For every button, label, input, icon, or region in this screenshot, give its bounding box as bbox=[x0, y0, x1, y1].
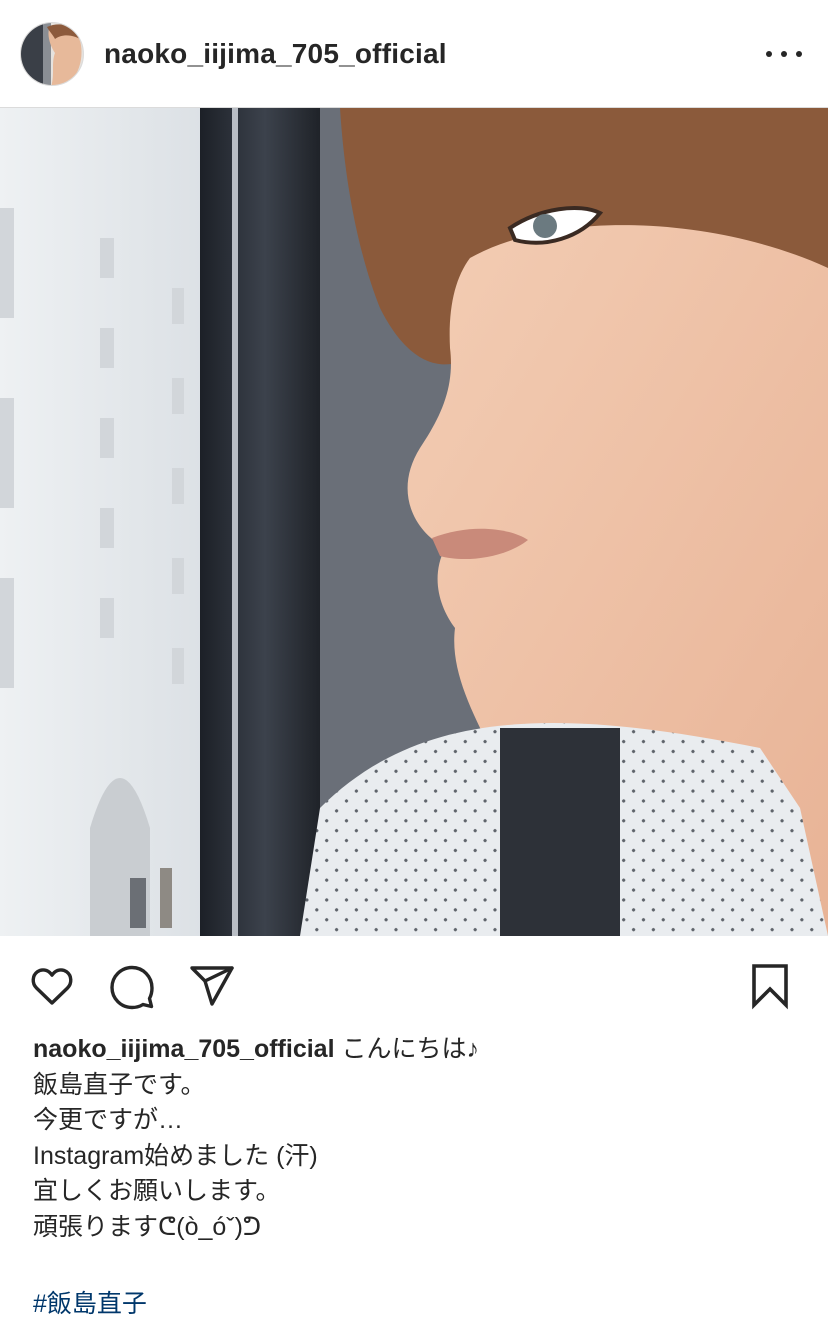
caption-text: こんにちは♪ bbox=[341, 1035, 479, 1063]
caption-first-line: naoko_iijima_705_official こんにちは♪ bbox=[33, 1032, 803, 1068]
post-image bbox=[0, 108, 828, 936]
caption-line: 宜しくお願いします。 bbox=[33, 1177, 281, 1205]
more-horizontal-icon bbox=[766, 51, 772, 57]
more-options-button[interactable] bbox=[766, 40, 802, 68]
caption-line: 今更ですが… bbox=[33, 1106, 184, 1134]
caption-line: Instagram始めました (汗) bbox=[33, 1141, 318, 1170]
post-header: naoko_iijima_705_official bbox=[0, 0, 828, 108]
avatar-image bbox=[21, 23, 83, 85]
caption-line: 飯島直子です。 bbox=[33, 1070, 206, 1099]
caption-username[interactable]: naoko_iijima_705_official bbox=[33, 1035, 335, 1063]
share-button[interactable] bbox=[188, 962, 236, 1010]
caption-line: 頑張りますᕦ(ò_óˇ)ᕤ bbox=[33, 1212, 262, 1241]
post-caption: naoko_iijima_705_official こんにちは♪ 飯島直子です。… bbox=[33, 1032, 803, 1245]
save-button[interactable] bbox=[746, 962, 794, 1010]
bookmark-outline-icon bbox=[752, 964, 788, 1010]
send-paper-plane-icon bbox=[190, 966, 234, 1006]
comment-button[interactable] bbox=[108, 962, 156, 1010]
comment-bubble-icon bbox=[110, 965, 154, 1010]
post-photo[interactable] bbox=[0, 108, 828, 936]
hashtag-link[interactable]: #飯島直子 bbox=[33, 1287, 147, 1322]
header-username[interactable]: naoko_iijima_705_official bbox=[104, 38, 447, 70]
avatar[interactable] bbox=[20, 22, 84, 86]
like-button[interactable] bbox=[28, 962, 76, 1010]
heart-outline-icon bbox=[31, 968, 73, 1005]
